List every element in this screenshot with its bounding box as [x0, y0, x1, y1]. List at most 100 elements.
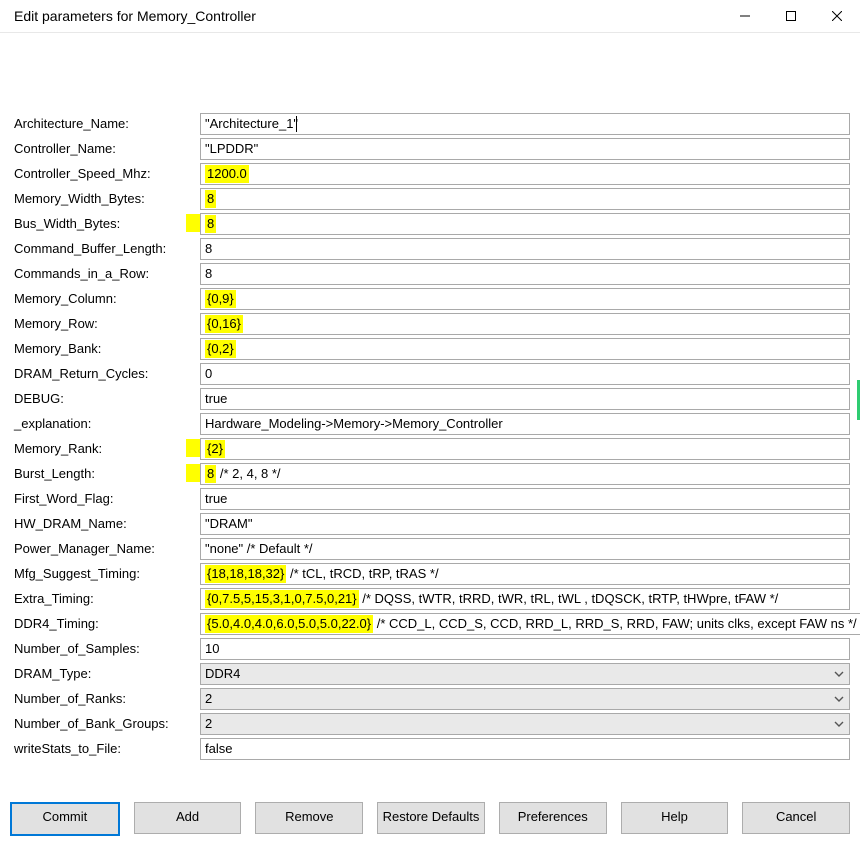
add-button[interactable]: Add [134, 802, 242, 834]
param-field-wrap: 2 [200, 688, 850, 710]
param-row-DEBUG: DEBUG:true [14, 386, 850, 411]
param-label: Memory_Width_Bytes: [14, 191, 200, 206]
param-field-wrap: true [200, 388, 850, 410]
param-label: Controller_Name: [14, 141, 200, 156]
help-button[interactable]: Help [621, 802, 729, 834]
param-input[interactable]: "DRAM" [200, 513, 850, 535]
param-field-wrap: DDR4 [200, 663, 850, 685]
button-bar: Commit Add Remove Restore Defaults Prefe… [10, 802, 850, 836]
param-input[interactable]: false [200, 738, 850, 760]
param-value-post: "Architecture_1" [205, 116, 298, 131]
param-label: Extra_Timing: [14, 591, 200, 606]
param-input[interactable]: 0 [200, 363, 850, 385]
param-input[interactable]: {18,18,18,32} /* tCL, tRCD, tRP, tRAS */ [200, 563, 850, 585]
param-field-wrap: 1200.0 [200, 163, 850, 185]
param-select[interactable]: DDR4 [200, 663, 850, 685]
param-input[interactable]: {0,7.5,5,15,3,1,0,7.5,0,21} /* DQSS, tWT… [200, 588, 850, 610]
param-field-wrap: {0,16} [200, 313, 850, 335]
param-row-Mfg_Suggest_Timing: Mfg_Suggest_Timing:{18,18,18,32} /* tCL,… [14, 561, 850, 586]
param-field-wrap: 8 [200, 188, 850, 210]
param-value-highlight: {0,7.5,5,15,3,1,0,7.5,0,21} [205, 590, 359, 608]
param-label: Burst_Length: [14, 466, 200, 481]
param-value-post: 2 [205, 691, 212, 706]
maximize-button[interactable] [768, 0, 814, 32]
param-value-post: 0 [205, 366, 212, 381]
param-value-highlight: 8 [205, 190, 216, 208]
param-row-Memory_Width_Bytes: Memory_Width_Bytes: 8 [14, 186, 850, 211]
param-field-wrap: "none" /* Default */ [200, 538, 850, 560]
param-input[interactable]: "LPDDR" [200, 138, 850, 160]
param-value-highlight: 8 [205, 215, 216, 233]
param-input[interactable]: {5.0,4.0,4.0,6.0,5.0,5.0,22.0} /* CCD_L,… [200, 613, 860, 635]
remove-button[interactable]: Remove [255, 802, 363, 834]
param-row-Controller_Speed_Mhz: Controller_Speed_Mhz:1200.0 [14, 161, 850, 186]
param-label: Memory_Bank: [14, 341, 200, 356]
param-input[interactable]: 8 [200, 263, 850, 285]
titlebar: Edit parameters for Memory_Controller [0, 0, 860, 33]
param-input[interactable]: {2} [200, 438, 850, 460]
param-field-wrap: {0,7.5,5,15,3,1,0,7.5,0,21} /* DQSS, tWT… [200, 588, 850, 610]
param-input[interactable]: {0,16} [200, 313, 850, 335]
param-input[interactable]: "Architecture_1" [200, 113, 850, 135]
param-field-wrap: false [200, 738, 850, 760]
param-value-highlight: {5.0,4.0,4.0,6.0,5.0,5.0,22.0} [205, 615, 373, 633]
param-label: DEBUG: [14, 391, 200, 406]
param-input[interactable]: {0,9} [200, 288, 850, 310]
param-value-post: 8 [205, 266, 212, 281]
param-row-Controller_Name: Controller_Name:"LPDDR" [14, 136, 850, 161]
param-input[interactable]: {0,2} [200, 338, 850, 360]
param-label: Controller_Speed_Mhz: [14, 166, 200, 181]
param-value-post: true [205, 491, 227, 506]
param-row-Power_Manager_Name: Power_Manager_Name:"none" /* Default */ [14, 536, 850, 561]
param-row-Command_Buffer_Length: Command_Buffer_Length:8 [14, 236, 850, 261]
param-field-wrap: 8 /* 2, 4, 8 */ [200, 463, 850, 485]
param-row-Number_of_Bank_Groups: Number_of_Bank_Groups:2 [14, 711, 850, 736]
param-select[interactable]: 2 [200, 688, 850, 710]
param-value-post: "none" /* Default */ [205, 541, 313, 556]
param-label: writeStats_to_File: [14, 741, 200, 756]
param-input[interactable]: "none" /* Default */ [200, 538, 850, 560]
param-select[interactable]: 2 [200, 713, 850, 735]
close-button[interactable] [814, 0, 860, 32]
param-field-wrap: 8 [200, 263, 850, 285]
param-field-wrap: {2} [200, 438, 850, 460]
param-value-post: /* tCL, tRCD, tRP, tRAS */ [286, 566, 438, 581]
param-input[interactable]: true [200, 488, 850, 510]
param-field-wrap: {5.0,4.0,4.0,6.0,5.0,5.0,22.0} /* CCD_L,… [200, 613, 860, 635]
param-value-highlight: {18,18,18,32} [205, 565, 286, 583]
param-input[interactable]: 8 /* 2, 4, 8 */ [200, 463, 850, 485]
param-field-wrap: {18,18,18,32} /* tCL, tRCD, tRP, tRAS */ [200, 563, 850, 585]
param-input[interactable]: 8 [200, 213, 850, 235]
param-value-post: 10 [205, 641, 219, 656]
commit-button[interactable]: Commit [10, 802, 120, 836]
restore-defaults-button[interactable]: Restore Defaults [377, 802, 485, 834]
param-row-Commands_in_a_Row: Commands_in_a_Row: 8 [14, 261, 850, 286]
param-value-post: DDR4 [205, 666, 240, 681]
param-label: DRAM_Type: [14, 666, 200, 681]
param-label: First_Word_Flag: [14, 491, 200, 506]
param-value-post: "DRAM" [205, 516, 253, 531]
param-label: Commands_in_a_Row: [14, 266, 200, 281]
param-field-wrap: 0 [200, 363, 850, 385]
param-label: Memory_Column: [14, 291, 200, 306]
param-input[interactable]: 10 [200, 638, 850, 660]
minimize-button[interactable] [722, 0, 768, 32]
cancel-button[interactable]: Cancel [742, 802, 850, 834]
param-input[interactable]: 8 [200, 188, 850, 210]
param-input[interactable]: 1200.0 [200, 163, 850, 185]
param-label: _explanation: [14, 416, 200, 431]
param-label: Number_of_Samples: [14, 641, 200, 656]
param-value-post: false [205, 741, 232, 756]
param-row-HW_DRAM_Name: HW_DRAM_Name:"DRAM" [14, 511, 850, 536]
param-field-wrap: {0,9} [200, 288, 850, 310]
param-field-wrap: 8 [200, 213, 850, 235]
preferences-button[interactable]: Preferences [499, 802, 607, 834]
param-value-highlight: {2} [205, 440, 225, 458]
param-value-post: /* 2, 4, 8 */ [216, 466, 280, 481]
param-input[interactable]: Hardware_Modeling->Memory->Memory_Contro… [200, 413, 850, 435]
param-field-wrap: true [200, 488, 850, 510]
param-input[interactable]: 8 [200, 238, 850, 260]
param-row-Extra_Timing: Extra_Timing:{0,7.5,5,15,3,1,0,7.5,0,21}… [14, 586, 850, 611]
param-input[interactable]: true [200, 388, 850, 410]
param-field-wrap: Hardware_Modeling->Memory->Memory_Contro… [200, 413, 850, 435]
